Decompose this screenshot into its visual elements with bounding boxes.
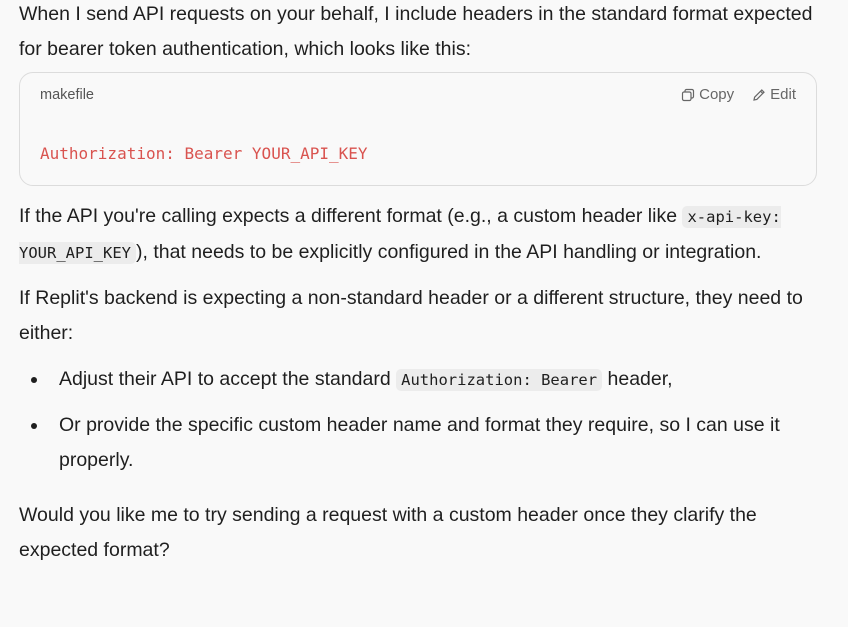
pencil-icon [753, 88, 765, 101]
paragraph-format-after: ), that needs to be explicitly configure… [135, 241, 762, 263]
intro-paragraph: When I send API requests on your behalf,… [19, 0, 819, 67]
edit-label: Edit [770, 86, 796, 103]
code-language-label: makefile [40, 87, 94, 103]
bullet-list: Adjust their API to accept the standard … [19, 362, 819, 478]
edit-button[interactable]: Edit [752, 86, 796, 103]
bullet-dot [31, 423, 37, 429]
list-item: Or provide the specific custom header na… [19, 408, 819, 478]
list-item-1-after: header, [602, 368, 673, 390]
closing-text: Would you like me to try sending a reque… [19, 504, 757, 561]
code-block: makefile Copy Edit Authorization: Bearer… [19, 72, 817, 186]
code-content: Authorization: Bearer YOUR_API_KEY [40, 144, 368, 163]
list-item: Adjust their API to accept the standard … [19, 362, 819, 398]
copy-icon [682, 88, 695, 101]
chat-message: When I send API requests on your behalf,… [19, 0, 819, 568]
list-item-1-before: Adjust their API to accept the standard [59, 368, 397, 390]
paragraph-replit-text: If Replit's backend is expecting a non-s… [19, 287, 803, 344]
code-actions: Copy Edit [681, 86, 796, 103]
inline-code-authorization: Authorization: Bearer [396, 369, 603, 391]
list-item-2-text: Or provide the specific custom header na… [59, 414, 780, 471]
intro-text: When I send API requests on your behalf,… [19, 3, 813, 60]
bullet-dot [31, 377, 37, 383]
paragraph-replit: If Replit's backend is expecting a non-s… [19, 281, 819, 351]
copy-label: Copy [699, 86, 735, 103]
paragraph-format: If the API you're calling expects a diff… [19, 199, 819, 271]
paragraph-format-before: If the API you're calling expects a diff… [19, 205, 683, 227]
copy-button[interactable]: Copy [681, 86, 734, 103]
closing-paragraph: Would you like me to try sending a reque… [19, 498, 819, 568]
